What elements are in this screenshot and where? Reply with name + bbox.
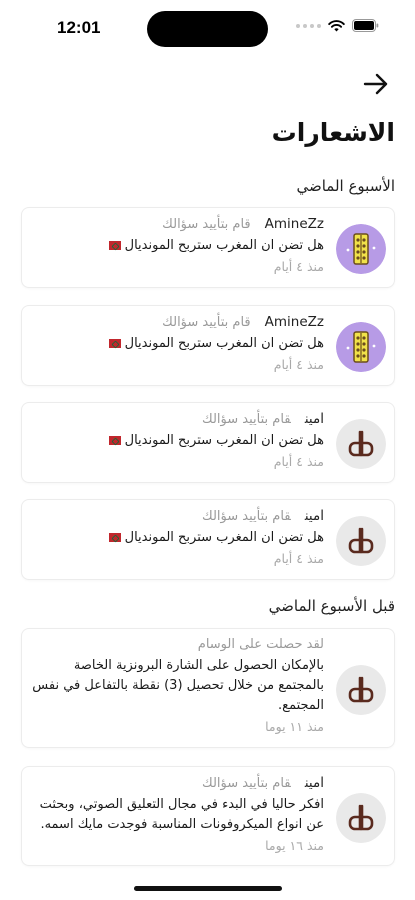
status-time: 12:01	[57, 18, 101, 37]
notification-text: AmineZz قام بتأييد سؤالك هل تضن ان المغرب…	[32, 314, 324, 372]
brand-logo-icon	[336, 419, 386, 469]
morocco-flag-icon	[108, 436, 121, 445]
page-title: الاشعارات	[271, 118, 395, 147]
notification-text: امين قام بتأييد سؤالك افكر حاليا في البدء…	[32, 775, 324, 853]
notification-card[interactable]: AmineZz قام بتأييد سؤالك هل تضن ان المغرب…	[21, 305, 395, 386]
abacus-icon	[336, 322, 386, 372]
notification-action: قام بتأييد سؤالك	[202, 509, 291, 524]
status-icons	[296, 19, 379, 32]
notification-card[interactable]: AmineZz قام بتأييد سؤالك هل تضن ان المغرب…	[21, 207, 395, 288]
section-label-before-last-week: قبل الأسبوع الماضي	[268, 597, 395, 615]
avatar	[336, 224, 386, 274]
avatar	[336, 322, 386, 372]
notification-action: قام بتأييد سؤالك	[162, 315, 251, 330]
notification-body: هل تضن ان المغرب ستربح المونديال	[124, 336, 324, 351]
notification-time: منذ ٤ أيام	[273, 551, 324, 566]
notification-action: قام بتأييد سؤالك	[202, 412, 291, 427]
section-label-last-week: الأسبوع الماضي	[296, 177, 395, 195]
battery-icon	[352, 19, 379, 32]
home-indicator[interactable]	[134, 886, 282, 891]
notification-card[interactable]: لقد حصلت على الوسام بالإمكان الحصول على …	[21, 628, 395, 748]
abacus-icon	[336, 224, 386, 274]
notification-username: امين	[304, 411, 324, 427]
notification-time: منذ ٤ أيام	[273, 357, 324, 372]
avatar	[336, 419, 386, 469]
signal-icon	[296, 23, 321, 28]
notification-time: منذ ١٦ يوما	[265, 838, 324, 853]
notification-username: AmineZz	[264, 216, 324, 232]
notification-username: امين	[304, 775, 324, 791]
notification-username: AmineZz	[264, 314, 324, 330]
notification-body: هل تضن ان المغرب ستربح المونديال	[124, 530, 324, 545]
notification-action: قام بتأييد سؤالك	[162, 217, 251, 232]
brand-logo-icon	[336, 665, 386, 715]
wifi-icon	[328, 19, 345, 31]
avatar	[336, 665, 386, 715]
dynamic-island	[147, 11, 268, 47]
avatar	[336, 516, 386, 566]
notification-time: منذ ٤ أيام	[273, 454, 324, 469]
notification-text: لقد حصلت على الوسام بالإمكان الحصول على …	[32, 637, 324, 734]
notification-time: منذ ١١ يوما	[265, 719, 324, 734]
notification-card[interactable]: امين قام بتأييد سؤالك افكر حاليا في البدء…	[21, 766, 395, 866]
notification-body: بالإمكان الحصول على الشارة البرونزية الخ…	[32, 658, 324, 713]
morocco-flag-icon	[108, 241, 121, 250]
notification-action: لقد حصلت على الوسام	[197, 637, 324, 652]
back-arrow-icon[interactable]	[363, 72, 389, 96]
notification-text: AmineZz قام بتأييد سؤالك هل تضن ان المغرب…	[32, 216, 324, 274]
brand-logo-icon	[336, 516, 386, 566]
notification-time: منذ ٤ أيام	[273, 259, 324, 274]
status-bar: 12:01	[0, 0, 415, 58]
notification-text: امين قام بتأييد سؤالك هل تضن ان المغرب ست…	[32, 508, 324, 566]
notification-card[interactable]: امين قام بتأييد سؤالك هل تضن ان المغرب ست…	[21, 402, 395, 483]
notification-body: هل تضن ان المغرب ستربح المونديال	[124, 238, 324, 253]
avatar	[336, 793, 386, 843]
notification-username: امين	[304, 508, 324, 524]
notification-action: قام بتأييد سؤالك	[202, 776, 291, 791]
morocco-flag-icon	[108, 533, 121, 542]
morocco-flag-icon	[108, 339, 121, 348]
notification-body: هل تضن ان المغرب ستربح المونديال	[124, 433, 324, 448]
notification-body: افكر حاليا في البدء في مجال التعليق الصو…	[39, 797, 324, 832]
notification-card[interactable]: امين قام بتأييد سؤالك هل تضن ان المغرب ست…	[21, 499, 395, 580]
brand-logo-icon	[336, 793, 386, 843]
notification-text: امين قام بتأييد سؤالك هل تضن ان المغرب ست…	[32, 411, 324, 469]
